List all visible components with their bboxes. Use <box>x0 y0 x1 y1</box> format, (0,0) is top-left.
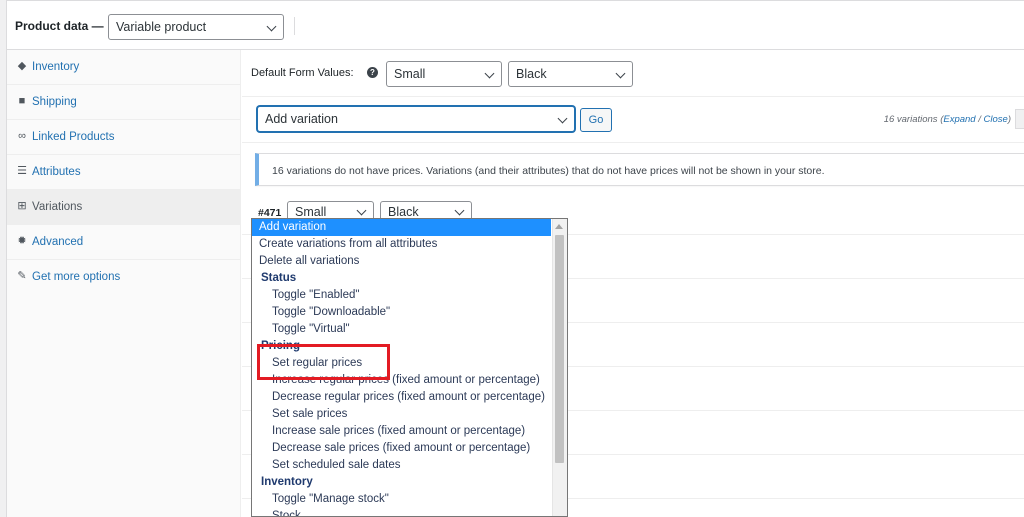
bulk-actions-row: Add variation Go 16 variations (Expand /… <box>242 97 1024 143</box>
gear-icon: ✹ <box>17 235 27 247</box>
go-button[interactable]: Go <box>580 108 612 132</box>
dropdown-option-toggle-manage-stock[interactable]: Toggle "Manage stock" <box>252 491 552 508</box>
dropdown-option-delete-all[interactable]: Delete all variations <box>252 253 552 270</box>
scrollbar-thumb[interactable] <box>555 235 564 463</box>
tab-label: Inventory <box>32 61 80 73</box>
dropdown-group-status: Status <box>261 272 297 284</box>
tag-icon: ◆ <box>17 60 27 72</box>
grid-icon: ⊞ <box>17 200 27 212</box>
tab-label: Attributes <box>32 166 81 178</box>
dropdown-option-stock[interactable]: Stock <box>252 508 552 516</box>
dropdown-option-decrease-regular-prices[interactable]: Decrease regular prices (fixed amount or… <box>252 389 552 406</box>
dropdown-group-inventory: Inventory <box>261 476 313 488</box>
tab-label: Shipping <box>32 96 77 108</box>
bulk-action-value: Add variation <box>265 112 338 126</box>
tab-linked-products[interactable]: ∞ Linked Products <box>7 120 241 155</box>
pagination-tab[interactable] <box>1015 109 1024 129</box>
dropdown-option-increase-sale-prices[interactable]: Increase sale prices (fixed amount or pe… <box>252 423 552 440</box>
tab-shipping[interactable]: ■ Shipping <box>7 85 241 120</box>
dropdown-option-create-variations[interactable]: Create variations from all attributes <box>252 236 552 253</box>
dropdown-option-add-variation[interactable]: Add variation <box>252 219 551 236</box>
chevron-down-icon <box>484 68 495 79</box>
missing-prices-notice: 16 variations do not have prices. Variat… <box>255 153 1024 186</box>
variation-size-value: Small <box>295 205 327 219</box>
header-divider <box>294 17 295 35</box>
chevron-down-icon <box>557 113 568 124</box>
default-form-values-row: Default Form Values: ? Small Black <box>242 50 1024 97</box>
product-data-tabs: ◆ Inventory ■ Shipping ∞ Linked Products… <box>7 50 241 517</box>
list-icon: ☰ <box>17 165 27 177</box>
plug-icon: ✎ <box>17 270 27 282</box>
help-icon[interactable]: ? <box>367 67 378 78</box>
tab-label: Advanced <box>32 236 84 248</box>
variations-count-text: 16 variations <box>883 114 938 125</box>
link-icon: ∞ <box>18 130 26 142</box>
truck-icon: ■ <box>18 95 26 107</box>
dropdown-scrollbar[interactable] <box>552 219 567 516</box>
tab-get-more-options[interactable]: ✎ Get more options <box>7 260 241 295</box>
tab-attributes[interactable]: ☰ Attributes <box>7 155 241 190</box>
chevron-down-icon <box>266 21 277 32</box>
dropdown-option-toggle-virtual[interactable]: Toggle "Virtual" <box>252 321 552 338</box>
tab-variations[interactable]: ⊞ Variations <box>7 190 241 225</box>
bulk-action-select[interactable]: Add variation <box>257 106 575 132</box>
tab-advanced[interactable]: ✹ Advanced <box>7 225 241 260</box>
default-color-select[interactable]: Black <box>508 61 633 87</box>
variation-color-value: Black <box>388 205 419 219</box>
annotation-highlight-box <box>257 344 390 380</box>
product-data-header: Product data — Variable product <box>7 1 1024 50</box>
dropdown-option-set-scheduled-sale-dates[interactable]: Set scheduled sale dates <box>252 457 552 474</box>
product-type-value: Variable product <box>116 20 207 34</box>
variations-count: 16 variations (Expand / Close) <box>883 114 1011 125</box>
dropdown-option-toggle-enabled[interactable]: Toggle "Enabled" <box>252 287 552 304</box>
dropdown-option-toggle-downloadable[interactable]: Toggle "Downloadable" <box>252 304 552 321</box>
default-size-select[interactable]: Small <box>386 61 502 87</box>
expand-link[interactable]: Expand <box>943 114 975 125</box>
tab-inventory[interactable]: ◆ Inventory <box>7 50 241 85</box>
tab-label: Variations <box>32 201 83 213</box>
default-size-value: Small <box>394 67 426 81</box>
dropdown-option-decrease-sale-prices[interactable]: Decrease sale prices (fixed amount or pe… <box>252 440 552 457</box>
tab-label: Linked Products <box>32 131 115 143</box>
chevron-down-icon <box>615 68 626 79</box>
close-link[interactable]: Close <box>984 114 1008 125</box>
default-form-values-label: Default Form Values: <box>251 67 354 79</box>
scroll-up-icon[interactable] <box>555 224 563 229</box>
product-data-label: Product data — <box>15 19 104 33</box>
chevron-down-icon <box>454 205 465 216</box>
notice-text: 16 variations do not have prices. Variat… <box>272 165 825 177</box>
default-color-value: Black <box>516 67 547 81</box>
tab-label: Get more options <box>32 271 121 283</box>
dropdown-option-set-sale-prices[interactable]: Set sale prices <box>252 406 552 423</box>
product-type-select[interactable]: Variable product <box>108 14 284 40</box>
chevron-down-icon <box>356 205 367 216</box>
